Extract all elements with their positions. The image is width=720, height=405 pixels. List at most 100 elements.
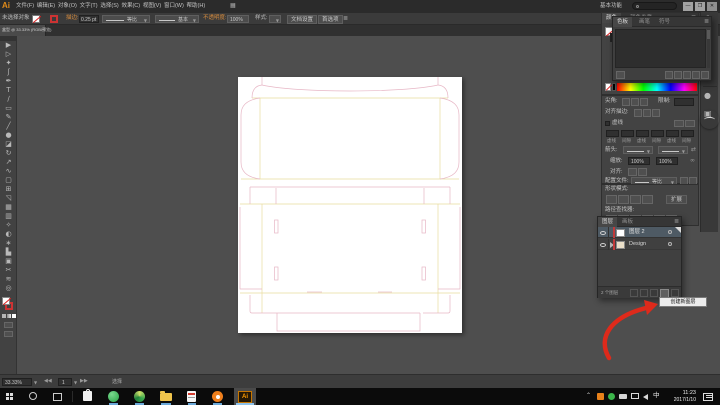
- color-spectrum-bar[interactable]: [617, 83, 697, 91]
- target-circle-icon[interactable]: [668, 242, 672, 246]
- dash-field-1[interactable]: [606, 130, 619, 137]
- next-artboard-icon[interactable]: ▶▶: [80, 379, 88, 384]
- visibility-eye-icon[interactable]: [600, 231, 606, 235]
- align-dash-icon[interactable]: [685, 120, 695, 127]
- menu-effect[interactable]: 效果(C): [121, 3, 140, 9]
- gradient-mode-button[interactable]: [7, 314, 11, 318]
- window-restore-button[interactable]: ❐: [695, 2, 705, 11]
- menu-file[interactable]: 文件(F): [16, 3, 34, 9]
- intersect-icon[interactable]: [630, 195, 641, 204]
- arrow-align-tip-icon[interactable]: [628, 168, 637, 176]
- fill-proxy-swatch[interactable]: [2, 297, 10, 305]
- tool-graph[interactable]: ▙: [0, 249, 17, 256]
- first-artboard-icon[interactable]: ◀◀: [44, 379, 52, 384]
- task-view-icon[interactable]: [53, 393, 62, 401]
- tool-magic-wand[interactable]: ✦: [0, 60, 17, 67]
- search-input[interactable]: [632, 2, 677, 10]
- color-mode-button[interactable]: [2, 314, 6, 318]
- arrow-scale-x-field[interactable]: 100%: [628, 157, 650, 165]
- tool-blob-brush[interactable]: ●: [0, 132, 17, 139]
- start-button[interactable]: [6, 393, 13, 400]
- layer-name[interactable]: Design: [629, 242, 646, 248]
- floating-assistant-ball[interactable]: [700, 110, 719, 129]
- layer-name[interactable]: 图层 2: [629, 230, 645, 236]
- file-explorer-icon[interactable]: [160, 393, 172, 401]
- tab-swatches[interactable]: 色板: [613, 17, 632, 27]
- fill-swatch[interactable]: [32, 15, 40, 23]
- action-center-icon[interactable]: [703, 393, 713, 401]
- panel-menu-icon[interactable]: ≣: [704, 19, 709, 25]
- tool-rotate[interactable]: ↻: [0, 150, 17, 157]
- browser-green-icon[interactable]: [108, 391, 119, 402]
- tool-pencil[interactable]: ╱: [0, 123, 17, 130]
- tab-layers[interactable]: 图层: [598, 217, 617, 227]
- miter-join-icon[interactable]: [622, 98, 630, 106]
- artboard-number-field[interactable]: 1: [58, 378, 72, 386]
- opacity-field[interactable]: 100%: [227, 15, 249, 23]
- artboard[interactable]: [238, 77, 462, 333]
- tab-symbols[interactable]: 符号: [659, 20, 670, 26]
- exclude-icon[interactable]: [642, 195, 653, 204]
- chevron-down-icon[interactable]: ▼: [34, 380, 37, 385]
- control-panel-menu-icon[interactable]: ≣: [343, 16, 348, 22]
- tool-blend[interactable]: ◐: [0, 231, 17, 238]
- tool-rectangle[interactable]: ▭: [0, 105, 17, 112]
- tool-scale[interactable]: ↗: [0, 159, 17, 166]
- layer-thumbnail[interactable]: [616, 241, 625, 249]
- swatch-scrollbar[interactable]: [707, 29, 710, 68]
- spectrum-black-chip[interactable]: [612, 83, 616, 91]
- menu-select[interactable]: 选择(S): [100, 3, 118, 9]
- window-minimize-button[interactable]: —: [683, 2, 693, 11]
- link-scale-icon[interactable]: ∞: [690, 158, 695, 164]
- tray-green-icon[interactable]: [608, 393, 615, 400]
- chevron-down-icon[interactable]: ▼: [74, 380, 77, 385]
- tray-volume-icon[interactable]: [643, 394, 648, 400]
- align-stroke-outside-icon[interactable]: [652, 109, 660, 117]
- tool-zoom[interactable]: ◎: [0, 285, 17, 292]
- expand-button[interactable]: 扩展: [666, 195, 687, 204]
- style-dropdown[interactable]: ▼: [269, 15, 281, 23]
- tray-network-monitor-icon[interactable]: [631, 393, 639, 399]
- width-profile-dropdown[interactable]: 等比 ▼: [102, 15, 150, 23]
- stroke-panel-link[interactable]: 描边:: [66, 16, 79, 22]
- bevel-join-icon[interactable]: [640, 98, 648, 106]
- opacity-link[interactable]: 不透明度:: [203, 16, 227, 22]
- align-stroke-inside-icon[interactable]: [643, 109, 651, 117]
- spectrum-none-chip[interactable]: [605, 83, 611, 91]
- dock-appearance-icon[interactable]: ●: [704, 92, 711, 100]
- panel-menu-icon[interactable]: ≣: [674, 219, 679, 225]
- round-join-icon[interactable]: [631, 98, 639, 106]
- tab-artboards[interactable]: 画板: [622, 220, 633, 226]
- window-close-button[interactable]: ✕: [707, 2, 717, 11]
- workspace-switcher[interactable]: 基本功能: [600, 4, 622, 10]
- layer-thumbnail[interactable]: [616, 229, 625, 237]
- none-mode-button[interactable]: [12, 314, 16, 318]
- stroke-weight-field[interactable]: 0.25 pt: [79, 15, 99, 23]
- arrow-start-dropdown[interactable]: ▼: [623, 146, 653, 154]
- swap-arrows-icon[interactable]: ⇄: [691, 147, 696, 153]
- tool-free-transform[interactable]: ▢: [0, 177, 17, 184]
- preserve-dash-icon[interactable]: [674, 120, 684, 127]
- tool-perspective-grid[interactable]: ◹: [0, 195, 17, 202]
- menu-type[interactable]: 文字(T): [80, 3, 98, 9]
- dashed-line-checkbox[interactable]: [605, 121, 610, 126]
- tray-usb-icon[interactable]: [619, 394, 627, 399]
- swatch-options-icon[interactable]: [674, 71, 682, 79]
- tab-close-icon[interactable]: ✕: [41, 28, 44, 32]
- tray-orange-icon[interactable]: [597, 393, 604, 400]
- cortana-search-icon[interactable]: [29, 392, 37, 400]
- menu-object[interactable]: 对象(O): [58, 3, 77, 9]
- security-globe-icon[interactable]: [134, 391, 145, 402]
- swatch-list[interactable]: [615, 29, 706, 68]
- document-setup-button[interactable]: 文档设置: [287, 15, 317, 24]
- scrollbar-thumb[interactable]: [707, 30, 710, 39]
- tool-width[interactable]: ∿: [0, 168, 17, 175]
- swatch-kinds-icon[interactable]: [665, 71, 673, 79]
- preferences-button[interactable]: 首选项: [318, 15, 343, 24]
- unite-icon[interactable]: [606, 195, 617, 204]
- tool-hand[interactable]: ≋: [0, 276, 17, 283]
- swatch-libraries-icon[interactable]: [616, 71, 625, 79]
- tool-direct-selection[interactable]: ▷: [0, 51, 17, 58]
- menu-edit[interactable]: 编辑(E): [37, 3, 55, 9]
- visibility-eye-icon[interactable]: [600, 243, 606, 247]
